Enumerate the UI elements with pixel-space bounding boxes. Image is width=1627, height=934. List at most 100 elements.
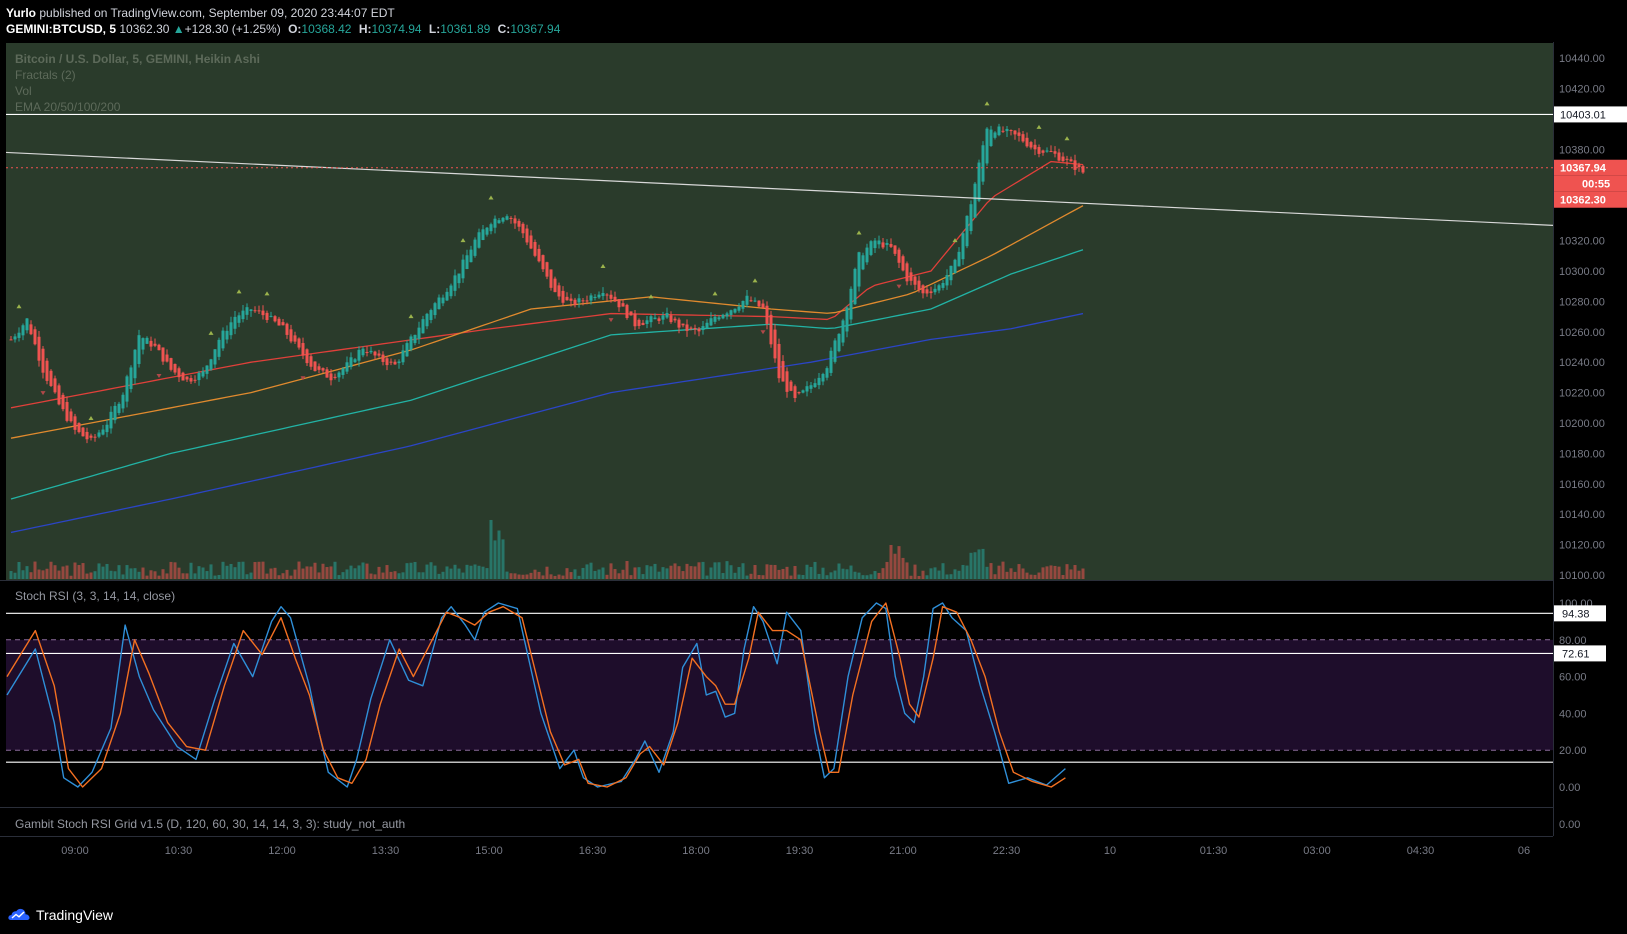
candle-body [793,386,797,399]
candle-body [85,431,89,440]
candle-body [1017,132,1021,136]
volume-bar [277,575,281,579]
candle-body [397,361,401,364]
symbol-name[interactable]: GEMINI:BTCUSD, 5 [6,22,116,36]
volume-bar [629,575,633,579]
candle-body [277,318,281,326]
volume-bar [189,562,193,579]
candle-body [73,416,77,430]
candle-body [557,285,561,297]
volume-bar [165,573,169,579]
candle-body [465,255,469,269]
resistance-price-label[interactable]: 10403.01 [1554,106,1627,123]
candle-body [861,255,865,270]
candle-body [481,229,485,240]
chart-svg[interactable]: Bitcoin / U.S. Dollar, 5, GEMINI, Heikin… [0,42,1627,882]
current-price-label[interactable]: 10362.30 [1554,191,1627,208]
volume-bar [545,566,549,579]
resistance-price-text: 10403.01 [1560,109,1606,121]
volume-bar [37,569,41,579]
candle-body [613,296,617,302]
volume-bar [89,572,93,579]
volume-bar [245,574,249,579]
volume-bar [369,573,373,579]
candle-body [153,343,157,346]
volume-bar [865,575,869,579]
candle-body [753,300,757,302]
volume-bar [33,561,37,579]
candle-body [445,291,449,301]
volume-bar [269,568,273,579]
volume-bar [945,574,949,579]
candle-body [849,288,853,320]
candle-body [649,316,653,323]
x-tick-label: 09:00 [61,845,89,857]
candle-body [389,361,393,363]
volume-bar [117,565,121,579]
volume-bar [41,570,45,579]
candle-body [281,322,285,326]
candle-body [925,289,929,294]
volume-bar [69,575,73,579]
volume-bar [721,573,725,579]
author-name[interactable]: Yurlo [6,6,36,20]
volume-bar [1009,568,1013,579]
volume-bar [185,573,189,579]
candle-body [813,383,817,388]
volume-bar [837,563,841,579]
volume-bar [85,573,89,579]
y-tick-label: 10240.00 [1559,357,1605,369]
volume-bar [685,563,689,579]
candle-body [213,349,217,365]
volume-bar [757,574,761,579]
candle-body [165,354,169,362]
candle-body [973,183,977,218]
volume-bar [889,544,893,579]
candle-body [241,310,245,320]
x-tick-label: 10 [1104,845,1116,857]
stoch-lower-label[interactable]: 72.61 [1554,645,1606,662]
last-price-label[interactable]: 10367.94 [1554,159,1627,176]
volume-bar [993,574,997,579]
volume-bar [209,564,213,579]
volume-bar [809,566,813,579]
volume-bar [893,553,897,579]
volume-bar [577,575,581,579]
candle-body [949,265,953,281]
stoch-upper-label[interactable]: 94.38 [1554,605,1606,622]
low-label: L: [428,22,441,36]
x-tick-label: 16:30 [579,845,607,857]
time-axis[interactable] [0,836,1627,882]
tradingview-brand[interactable]: TradingView [8,907,113,923]
candle-body [385,358,389,366]
volume-bar [325,567,329,579]
candle-body [1037,147,1041,154]
legend-fractals: Fractals (2) [15,68,76,82]
volume-bar [297,561,301,579]
volume-bar [981,548,985,579]
candle-body [781,361,785,382]
candle-body [533,242,537,256]
candle-body [325,369,329,378]
volume-bar [569,572,573,579]
candle-body [741,300,745,309]
volume-bar [437,573,441,579]
candle-body [969,204,973,232]
published-text: published on TradingView.com, September … [39,6,395,20]
volume-bar [609,563,613,579]
volume-bar [665,568,669,579]
volume-bar [341,572,345,579]
chart-area[interactable]: Bitcoin / U.S. Dollar, 5, GEMINI, Heikin… [0,42,1627,882]
volume-bar [689,566,693,579]
volume-bar [77,565,81,579]
candle-body [261,310,265,316]
candle-body [209,359,213,370]
candle-body [889,243,893,247]
volume-bar [45,568,49,579]
price-pane[interactable] [6,43,1553,580]
volume-bar [677,566,681,579]
candle-body [369,350,373,353]
volume-bar [153,571,157,579]
stoch-upper-text: 94.38 [1562,608,1590,620]
volume-bar [461,572,465,579]
